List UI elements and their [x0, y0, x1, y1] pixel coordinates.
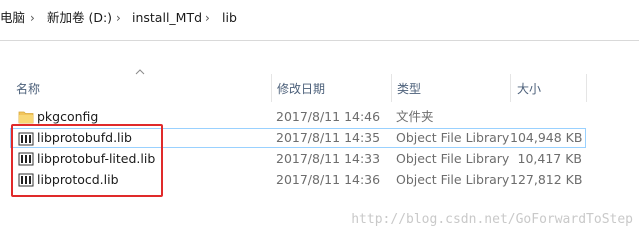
- folder-icon: [18, 111, 34, 124]
- breadcrumb-separator[interactable]: ›: [116, 9, 121, 27]
- file-type: 文件夹: [396, 109, 434, 124]
- breadcrumb-separator[interactable]: ›: [30, 9, 35, 27]
- annotation-highlight-box: [11, 124, 163, 197]
- file-size: 127,812 KB: [510, 172, 583, 187]
- breadcrumb-item-pc[interactable]: 电脑: [0, 9, 25, 27]
- sort-ascending-icon: [135, 69, 145, 75]
- column-header-size[interactable]: 大小: [517, 81, 541, 97]
- column-divider[interactable]: [391, 74, 392, 102]
- breadcrumb-item-install-mtd[interactable]: install_MTd: [132, 9, 202, 27]
- file-type: Object File Library: [396, 130, 510, 145]
- file-modified: 2017/8/11 14:33: [276, 151, 381, 166]
- file-modified: 2017/8/11 14:36: [276, 172, 381, 187]
- address-bar[interactable]: 电脑 › 新加卷 (D:) › install_MTd › lib: [0, 0, 639, 41]
- file-size: 10,417 KB: [517, 151, 582, 166]
- column-divider[interactable]: [510, 74, 511, 102]
- file-type: Object File Library: [396, 172, 510, 187]
- breadcrumb-separator[interactable]: ›: [205, 9, 210, 27]
- column-header-modified[interactable]: 修改日期: [277, 81, 325, 97]
- breadcrumb-item-drive[interactable]: 新加卷 (D:): [47, 9, 112, 27]
- breadcrumb-item-lib[interactable]: lib: [222, 9, 237, 27]
- file-type: Object File Library: [396, 151, 510, 166]
- file-modified: 2017/8/11 14:46: [276, 109, 381, 124]
- watermark: http://blog.csdn.net/GoForwardToStep: [351, 212, 633, 227]
- column-divider[interactable]: [586, 74, 587, 102]
- file-modified: 2017/8/11 14:35: [276, 130, 381, 145]
- column-divider[interactable]: [271, 74, 272, 102]
- column-header-name[interactable]: 名称: [16, 81, 40, 97]
- column-header-type[interactable]: 类型: [397, 81, 421, 97]
- file-size: 104,948 KB: [510, 130, 583, 145]
